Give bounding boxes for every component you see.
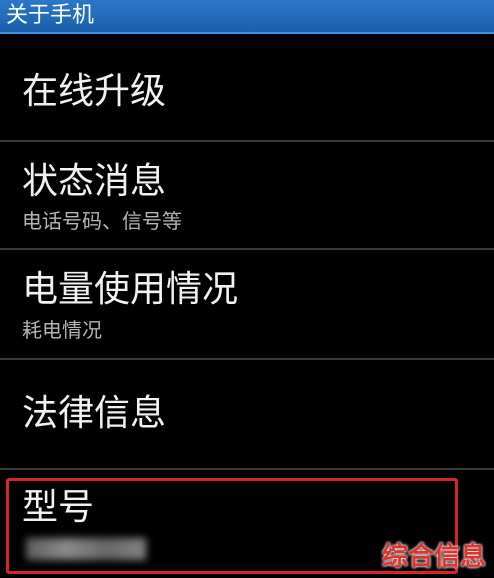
menu-item-title: 法律信息 [22, 393, 167, 434]
menu-item-online-upgrade[interactable]: 在线升级 [0, 36, 494, 140]
action-bar: 关于手机 [0, 0, 494, 34]
menu-item-battery-usage[interactable]: 电量使用情况 耗电情况 [0, 250, 494, 358]
menu-item-subtitle: 电话号码、信号等 [22, 209, 182, 233]
menu-item-title: 状态消息 [22, 161, 167, 202]
menu-item-title: 在线升级 [22, 71, 167, 112]
menu-item-status[interactable]: 状态消息 电话号码、信号等 [0, 142, 494, 248]
page-title: 关于手机 [6, 3, 95, 28]
menu-item-subtitle: 耗电情况 [22, 318, 102, 342]
watermark-text: 综合信息 [381, 542, 486, 572]
menu-item-legal-info[interactable]: 法律信息 [0, 360, 494, 468]
menu-item-title: 电量使用情况 [22, 269, 239, 310]
